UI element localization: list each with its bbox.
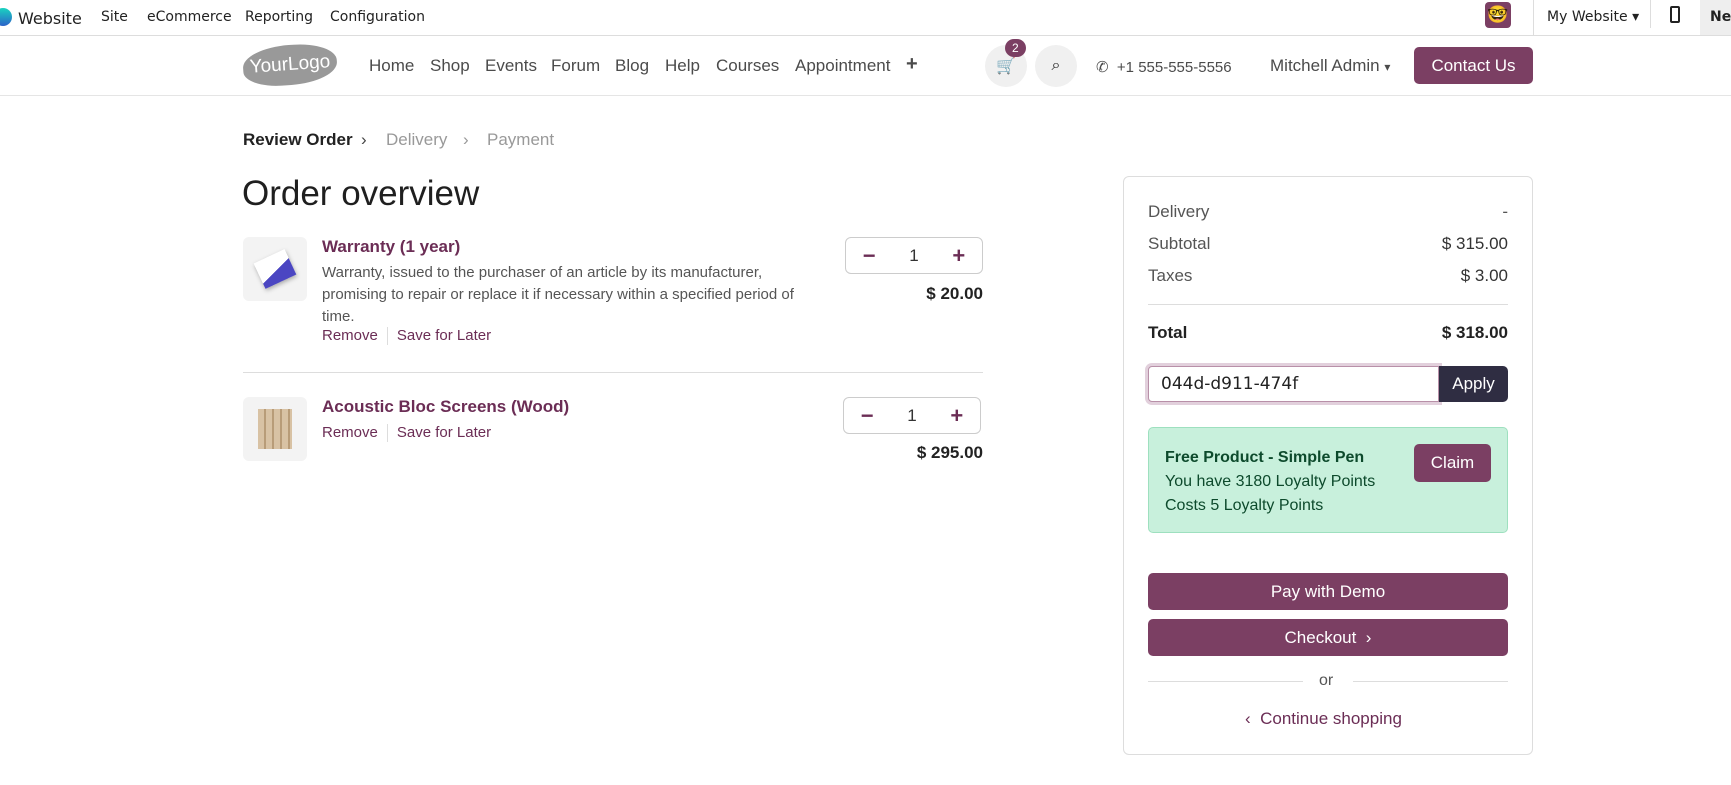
taxes-value: $ 3.00 — [1460, 266, 1508, 285]
user-name: Mitchell Admin — [1270, 56, 1380, 75]
chevron-left-icon: ‹ — [1245, 709, 1251, 728]
quantity-input[interactable]: 1 — [907, 406, 916, 426]
quantity-stepper: − 1 + — [845, 237, 983, 274]
website-selector[interactable]: My Website ▾ — [1547, 9, 1639, 25]
cart-icon: 🛒 — [996, 58, 1016, 75]
nav-events[interactable]: Events — [485, 56, 537, 76]
divider — [243, 372, 983, 373]
checkout-label: Checkout — [1284, 627, 1357, 647]
taxes-label: Taxes — [1148, 266, 1193, 285]
item-price: $ 295.00 — [916, 443, 983, 462]
claim-button[interactable]: Claim — [1414, 444, 1491, 482]
menu-configuration[interactable]: Configuration — [330, 9, 425, 25]
contact-us-button[interactable]: Contact Us — [1414, 47, 1533, 84]
new-button[interactable]: Ne — [1700, 0, 1731, 35]
product-image[interactable] — [243, 397, 307, 461]
chevron-right-icon: › — [1365, 627, 1372, 647]
or-separator: or — [1319, 672, 1334, 689]
chevron-right-icon: › — [361, 130, 367, 149]
continue-shopping-link[interactable]: ‹ Continue shopping — [1245, 709, 1402, 729]
plus-icon[interactable]: + — [950, 403, 963, 429]
apply-button[interactable]: Apply — [1439, 366, 1508, 402]
website-selector-label: My Website — [1547, 9, 1628, 25]
menu-site[interactable]: Site — [101, 9, 128, 25]
nav-courses[interactable]: Courses — [716, 56, 779, 76]
mobile-preview-icon[interactable] — [1670, 6, 1680, 23]
website-app-icon[interactable] — [0, 8, 12, 26]
menu-reporting[interactable]: Reporting — [245, 9, 313, 25]
cart-button[interactable]: 🛒 2 — [985, 39, 1027, 87]
nav-shop[interactable]: Shop — [430, 56, 470, 76]
nav-appointment[interactable]: Appointment — [795, 56, 890, 76]
pay-with-demo-button[interactable]: Pay with Demo — [1148, 573, 1508, 610]
product-name[interactable]: Warranty (1 year) — [322, 237, 460, 257]
plus-icon[interactable]: + — [952, 243, 965, 269]
product-image[interactable] — [243, 237, 307, 301]
remove-link[interactable]: Remove — [322, 327, 378, 345]
logo[interactable]: YourLogo — [241, 41, 339, 89]
subtotal-label: Subtotal — [1148, 234, 1211, 253]
remove-link[interactable]: Remove — [322, 424, 378, 442]
delivery-value: - — [1502, 202, 1508, 221]
breadcrumb-review-order: Review Order — [243, 130, 353, 149]
minus-icon[interactable]: − — [861, 403, 874, 429]
save-for-later-link[interactable]: Save for Later — [397, 327, 491, 345]
promo-code-input[interactable] — [1148, 366, 1439, 402]
top-menu-bar: Website Site eCommerce Reporting Configu… — [0, 0, 1731, 36]
add-menu-icon[interactable]: + — [906, 53, 918, 76]
total-label: Total — [1148, 323, 1188, 342]
quantity-input[interactable]: 1 — [909, 246, 918, 266]
item-price: $ 20.00 — [926, 284, 983, 303]
cart-count-badge: 2 — [1005, 39, 1026, 57]
reward-alert: Free Product - Simple Pen You have 3180 … — [1148, 427, 1508, 533]
subtotal-value: $ 315.00 — [1441, 234, 1508, 253]
product-description: Warranty, issued to the purchaser of an … — [322, 264, 794, 325]
checkout-button[interactable]: Checkout › — [1148, 619, 1508, 656]
phone-number: +1 555-555-5556 — [1116, 59, 1232, 76]
user-avatar[interactable]: 🤓 — [1485, 2, 1511, 28]
breadcrumb-delivery[interactable]: Delivery — [386, 130, 447, 150]
quantity-stepper: − 1 + — [843, 397, 981, 434]
minus-icon[interactable]: − — [863, 243, 876, 269]
delivery-label: Delivery — [1148, 202, 1210, 221]
nav-help[interactable]: Help — [665, 56, 700, 76]
total-value: $ 318.00 — [1441, 323, 1508, 342]
product-name[interactable]: Acoustic Bloc Screens (Wood) — [322, 397, 569, 417]
search-button[interactable]: ⌕ — [1035, 45, 1077, 87]
menu-ecommerce[interactable]: eCommerce — [147, 9, 232, 25]
page-title: Order overview — [242, 174, 480, 213]
search-icon: ⌕ — [1051, 57, 1061, 74]
continue-shopping-label: Continue shopping — [1260, 709, 1402, 728]
website-navbar: YourLogo Home Shop Events Forum Blog Hel… — [0, 36, 1731, 96]
nav-blog[interactable]: Blog — [615, 56, 649, 76]
user-menu[interactable]: Mitchell Admin ▾ — [1270, 56, 1390, 76]
nav-home[interactable]: Home — [369, 56, 414, 76]
chevron-right-icon: › — [463, 130, 469, 149]
nav-forum[interactable]: Forum — [551, 56, 600, 76]
app-name[interactable]: Website — [18, 9, 82, 28]
breadcrumb-payment[interactable]: Payment — [487, 130, 554, 150]
reward-cost: Costs 5 Loyalty Points — [1165, 497, 1324, 514]
phone-link[interactable]: ✆ +1 555-555-5556 — [1096, 58, 1232, 76]
phone-icon: ✆ — [1096, 59, 1109, 76]
save-for-later-link[interactable]: Save for Later — [397, 424, 491, 442]
